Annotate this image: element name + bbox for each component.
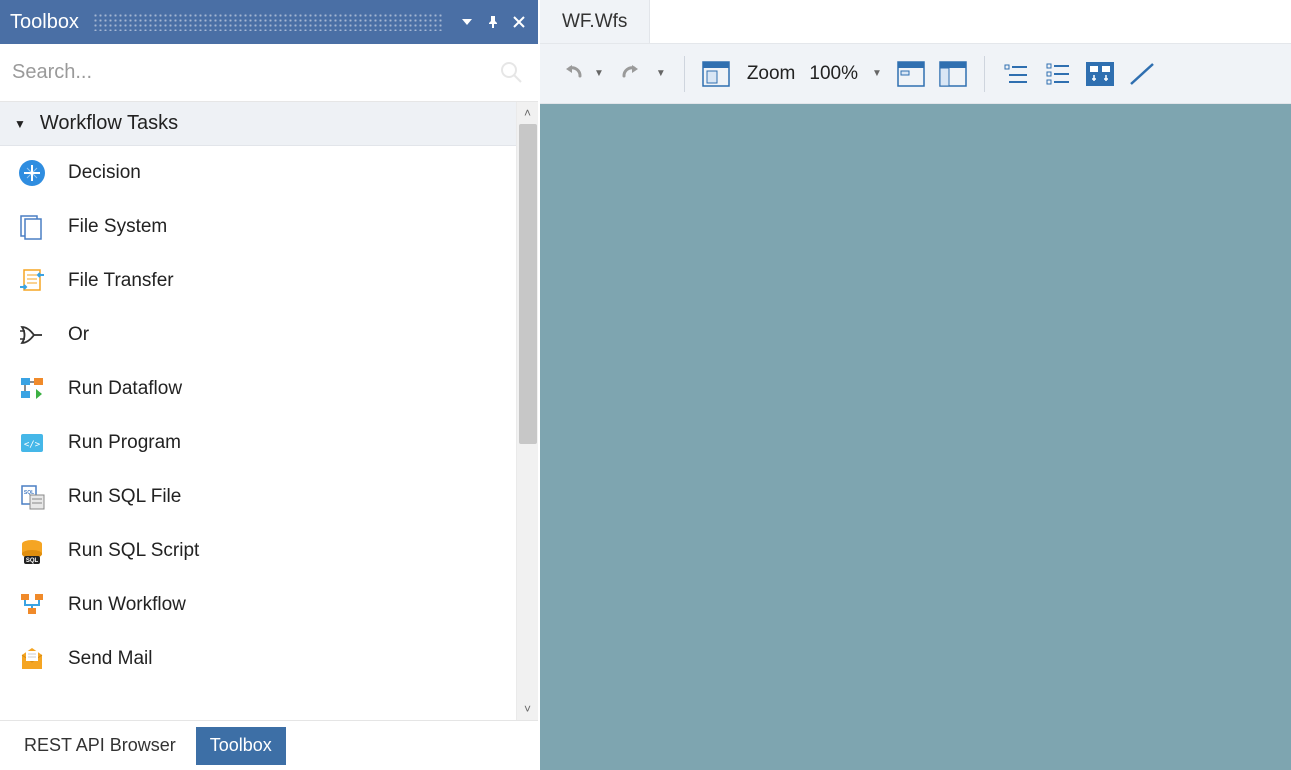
task-label: Run Dataflow	[68, 378, 182, 400]
task-label: File System	[68, 216, 167, 238]
task-run-sql-script[interactable]: SQL Run SQL Script	[0, 524, 516, 578]
task-label: Decision	[68, 162, 141, 184]
dataflow-icon	[18, 375, 46, 403]
task-label: Send Mail	[68, 648, 153, 670]
task-file-system[interactable]: File System	[0, 200, 516, 254]
filetransfer-icon	[18, 267, 46, 295]
task-label: Run SQL File	[68, 486, 181, 508]
connector-button[interactable]	[1125, 57, 1159, 91]
close-icon[interactable]	[510, 13, 528, 31]
task-run-program[interactable]: </> Run Program	[0, 416, 516, 470]
panel-grip[interactable]	[93, 13, 444, 31]
align-button[interactable]	[1083, 57, 1117, 91]
scrollbar[interactable]: ˄ ˅	[516, 102, 538, 720]
undo-button[interactable]	[554, 57, 588, 91]
toolbox-header: Toolbox	[0, 0, 538, 44]
collapse-caret-icon: ▼	[14, 117, 26, 131]
task-run-workflow[interactable]: Run Workflow	[0, 578, 516, 632]
toolbox-title: Toolbox	[10, 11, 79, 34]
task-label: File Transfer	[68, 270, 174, 292]
search-icon[interactable]	[498, 59, 526, 87]
scroll-thumb[interactable]	[519, 124, 537, 444]
task-send-mail[interactable]: Send Mail	[0, 632, 516, 686]
task-run-dataflow[interactable]: Run Dataflow	[0, 362, 516, 416]
toolbox-panel: Toolbox ▼ Workflow Tasks	[0, 0, 540, 770]
list-view-button-1[interactable]	[999, 57, 1033, 91]
program-icon: </>	[18, 429, 46, 457]
bottom-tabs: REST API Browser Toolbox	[0, 720, 538, 770]
design-canvas[interactable]	[540, 104, 1291, 770]
scroll-down-icon[interactable]: ˅	[517, 698, 538, 720]
task-file-transfer[interactable]: File Transfer	[0, 254, 516, 308]
task-label: Run Program	[68, 432, 181, 454]
task-decision[interactable]: Decision	[0, 146, 516, 200]
svg-text:SQL: SQL	[26, 558, 39, 564]
undo-caret-icon[interactable]: ▼	[594, 68, 604, 79]
task-run-sql-file[interactable]: SQL Run SQL File	[0, 470, 516, 524]
search-row	[0, 44, 538, 102]
workflow-icon	[18, 591, 46, 619]
sqlfile-icon: SQL	[18, 483, 46, 511]
toolbar-divider	[984, 56, 985, 92]
layout-button-1[interactable]	[894, 57, 928, 91]
filesystem-icon	[18, 213, 46, 241]
task-label: Run SQL Script	[68, 540, 199, 562]
task-label: Run Workflow	[68, 594, 186, 616]
panel-menu-caret-icon[interactable]	[458, 13, 476, 31]
or-gate-icon	[18, 321, 46, 349]
scroll-up-icon[interactable]: ˄	[517, 102, 538, 124]
pin-icon[interactable]	[484, 13, 502, 31]
tab-rest-api-browser[interactable]: REST API Browser	[10, 727, 190, 765]
toolbar-divider	[684, 56, 685, 92]
task-list: Decision File System File Transfer	[0, 146, 516, 686]
document-tab[interactable]: WF.Wfs	[540, 0, 650, 43]
decision-icon	[18, 159, 46, 187]
designer-toolbar: ▼ ▼ Zoom 100% ▼	[540, 44, 1291, 104]
group-header-workflow-tasks[interactable]: ▼ Workflow Tasks	[0, 102, 516, 146]
sqlscript-icon: SQL	[18, 537, 46, 565]
svg-text:</>: </>	[24, 440, 41, 450]
task-or[interactable]: Or	[0, 308, 516, 362]
document-tabs: WF.Wfs	[540, 0, 1291, 44]
redo-caret-icon[interactable]: ▼	[656, 68, 666, 79]
list-view-button-2[interactable]	[1041, 57, 1075, 91]
designer-panel: WF.Wfs ▼ ▼ Zoom 100% ▼	[540, 0, 1291, 770]
tab-toolbox[interactable]: Toolbox	[196, 727, 286, 765]
redo-button[interactable]	[616, 57, 650, 91]
fit-to-window-button[interactable]	[699, 57, 733, 91]
layout-button-2[interactable]	[936, 57, 970, 91]
zoom-caret-icon[interactable]: ▼	[872, 68, 882, 79]
zoom-value: 100%	[809, 63, 858, 85]
group-title: Workflow Tasks	[40, 112, 178, 135]
search-input[interactable]	[12, 61, 498, 84]
tree-area: ▼ Workflow Tasks Decision File	[0, 102, 538, 720]
zoom-label: Zoom	[747, 63, 796, 85]
mail-icon	[18, 645, 46, 673]
task-label: Or	[68, 324, 89, 346]
